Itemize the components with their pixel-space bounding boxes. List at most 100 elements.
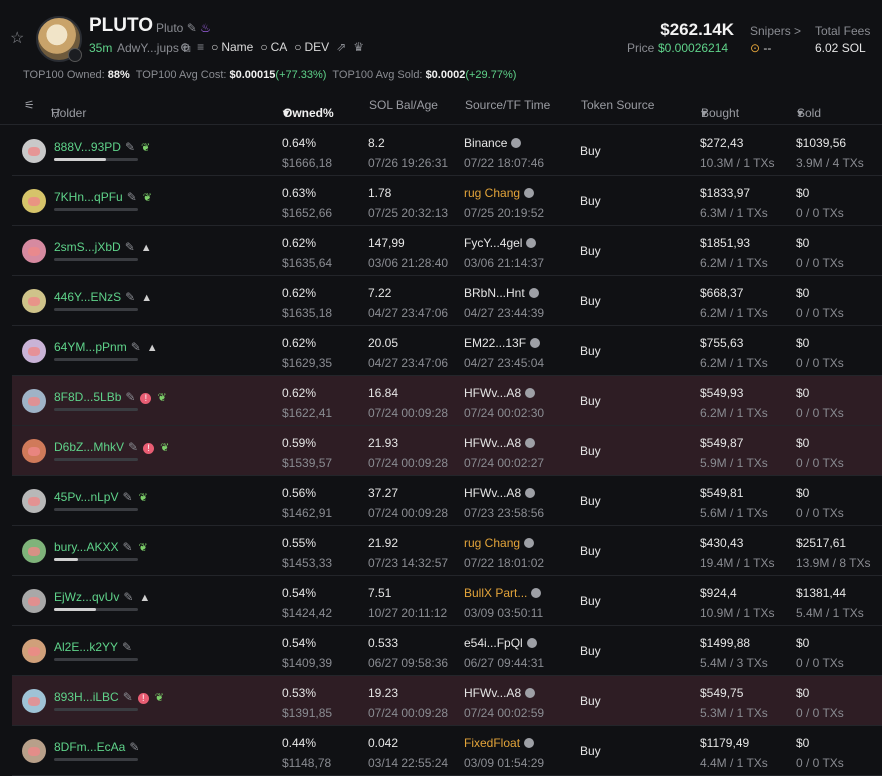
crown-icon[interactable]: ♛	[353, 40, 364, 54]
avatar	[22, 289, 46, 313]
search-name-link[interactable]: ○ Name	[211, 40, 253, 54]
avatar	[22, 189, 46, 213]
source-time: 03/09 03:50:11	[464, 606, 544, 620]
edit-icon[interactable]: ✎	[128, 440, 138, 454]
source-name[interactable]: rug Chang	[464, 536, 520, 550]
bought-cell: $549,75 5.3M / 1 TXs	[700, 686, 768, 720]
globe-icon[interactable]: ⊕	[180, 40, 190, 54]
holder-address[interactable]: 64YM...pPnm ✎ ▲	[54, 340, 158, 354]
source-time: 04/27 23:45:04	[464, 356, 545, 370]
menu-icon[interactable]: ≡	[197, 40, 204, 54]
bought-tx: 6.2M / 1 TXs	[700, 356, 768, 370]
search-ca-link[interactable]: ○ CA	[260, 40, 287, 54]
edit-icon[interactable]: ✎	[131, 340, 141, 354]
edit-icon[interactable]: ✎	[125, 240, 135, 254]
edit-icon[interactable]: ✎	[123, 590, 133, 604]
bought-usd: $549,87	[700, 436, 744, 450]
source-name[interactable]: rug Chang	[464, 186, 520, 200]
token-address-text: AdwY...jups	[117, 41, 179, 55]
source-name[interactable]: EM22...13F	[464, 336, 526, 350]
sol-cell: 7.51 10/27 20:11:12	[368, 586, 447, 620]
owned-usd: $1539,57	[282, 456, 333, 470]
holder-address[interactable]: D6bZ...MhkV ✎! ❦	[54, 440, 169, 454]
source-name[interactable]: BullX Part...	[464, 586, 527, 600]
table-row[interactable]: Al2E...k2YY ✎ 0.54% $1409,39 0.533 06/27 09:5…	[12, 626, 882, 676]
source-name[interactable]: Binance	[464, 136, 507, 150]
holder-address[interactable]: bury...AKXX ✎ ❦	[54, 540, 148, 554]
sold-usd: $0	[796, 386, 810, 400]
avg-sold-value: $0.0002	[425, 69, 466, 81]
holder-address[interactable]: 45Pv...nLpV ✎ ❦	[54, 490, 148, 504]
table-row[interactable]: 2smS...jXbD ✎ ▲ 0.62% $1635,64 147,99 03/06 21…	[12, 226, 882, 276]
holder-address[interactable]: 888V...93PD ✎ ❦	[54, 140, 150, 154]
token-source: Buy	[580, 444, 601, 458]
owned-cell: 0.62% $1635,64	[282, 236, 332, 270]
triangle-icon: ▲	[140, 242, 152, 254]
sol-balance: 1.78	[368, 186, 392, 200]
top100-stats: TOP100 Owned: 88% TOP100 Avg Cost: $0.00…	[23, 69, 516, 81]
edit-icon[interactable]: ✎	[122, 640, 132, 654]
token-source: Buy	[580, 494, 601, 508]
edit-icon[interactable]: ✎	[187, 21, 197, 35]
edit-icon[interactable]: ✎	[125, 140, 135, 154]
table-row[interactable]: 888V...93PD ✎ ❦ 0.64% $1666,18 8.2 07/26 19:26…	[12, 126, 882, 176]
table-row[interactable]: D6bZ...MhkV ✎! ❦ 0.59% $1539,57 21.93 07/24 00…	[12, 426, 882, 476]
edit-icon[interactable]: ✎	[123, 490, 133, 504]
edit-icon[interactable]: ✎	[125, 390, 135, 404]
source-name[interactable]: BRbN...Hnt	[464, 286, 525, 300]
search-dev-link[interactable]: ○ DEV	[294, 40, 329, 54]
table-row[interactable]: 8F8D...5LBb ✎! ❦ 0.62% $1622,41 16.84 07/24 00…	[12, 376, 882, 426]
owned-cell: 0.62% $1629,35	[282, 336, 332, 370]
holder-address[interactable]: 7KHn...qPFu ✎ ❦	[54, 190, 152, 204]
holding-bar	[54, 208, 138, 211]
table-row[interactable]: 45Pv...nLpV ✎ ❦ 0.56% $1462,91 37.27 07/24 00:…	[12, 476, 882, 526]
source-name[interactable]: HFWv...A8	[464, 486, 521, 500]
avatar	[22, 739, 46, 763]
sold-tx: 0 / 0 TXs	[796, 306, 844, 320]
triangle-icon: ▲	[139, 592, 151, 604]
holder-address[interactable]: EjWz...qvUv ✎ ▲	[54, 590, 150, 604]
table-row[interactable]: 64YM...pPnm ✎ ▲ 0.62% $1629,35 20.05 04/27 23:…	[12, 326, 882, 376]
table-row[interactable]: 446Y...ENzS ✎ ▲ 0.62% $1635,18 7.22 04/27 23:4…	[12, 276, 882, 326]
source-name[interactable]: HFWv...A8	[464, 436, 521, 450]
source-name[interactable]: HFWv...A8	[464, 686, 521, 700]
edit-icon[interactable]: ✎	[127, 190, 137, 204]
bought-tx: 19.4M / 1 TXs	[700, 556, 775, 570]
holder-address-text: 7KHn...qPFu	[54, 190, 123, 204]
holder-address[interactable]: Al2E...k2YY ✎	[54, 640, 132, 654]
holder-address[interactable]: 8DFm...EcAa ✎	[54, 740, 139, 754]
owned-percent: 0.56%	[282, 486, 317, 500]
table-row[interactable]: 7KHn...qPFu ✎ ❦ 0.63% $1652,66 1.78 07/25 20:3…	[12, 176, 882, 226]
edit-icon[interactable]: ✎	[123, 690, 133, 704]
edit-icon[interactable]: ✎	[122, 540, 132, 554]
holder-address[interactable]: 2smS...jXbD ✎ ▲	[54, 240, 152, 254]
source-name[interactable]: HFWv...A8	[464, 386, 521, 400]
holder-address[interactable]: 893H...iLBC ✎! ❦	[54, 690, 164, 704]
table-row[interactable]: EjWz...qvUv ✎ ▲ 0.54% $1424,42 7.51 10/27 20:1…	[12, 576, 882, 626]
holder-address[interactable]: 8F8D...5LBb ✎! ❦	[54, 390, 167, 404]
table-row[interactable]: 893H...iLBC ✎! ❦ 0.53% $1391,85 19.23 07/24 00…	[12, 676, 882, 726]
source-name[interactable]: FixedFloat	[464, 736, 520, 750]
leaf-icon: ❦	[157, 392, 167, 404]
external-link-icon[interactable]: ⇗	[336, 40, 346, 54]
table-row[interactable]: 8DFm...EcAa ✎ 0.44% $1148,78 0.042 03/14 22:5…	[12, 726, 882, 776]
bought-usd: $755,63	[700, 336, 744, 350]
settings-sliders-icon[interactable]: ⚟	[24, 98, 35, 112]
holder-address[interactable]: 446Y...ENzS ✎ ▲	[54, 290, 152, 304]
sol-cell: 16.84 07/24 00:09:28	[368, 386, 448, 420]
holding-bar	[54, 708, 138, 711]
token-header: ☆ PLUTO Pluto ✎ ♨ 35m AdwY...jups ⧉ ⊕ ≡ …	[0, 0, 882, 68]
edit-icon[interactable]: ✎	[125, 290, 135, 304]
source-name[interactable]: e54i...FpQl	[464, 636, 523, 650]
triangle-icon: ▲	[146, 342, 158, 354]
table-row[interactable]: bury...AKXX ✎ ❦ 0.55% $1453,33 21.92 07/23 14:…	[12, 526, 882, 576]
favorite-star-icon[interactable]: ☆	[10, 28, 24, 48]
snipers-link[interactable]: Snipers >	[750, 24, 801, 38]
bought-tx: 6.3M / 1 TXs	[700, 206, 768, 220]
source-time: 07/22 18:07:46	[464, 156, 545, 170]
edit-icon[interactable]: ✎	[129, 740, 139, 754]
owned-percent: 0.54%	[282, 586, 317, 600]
owned-percent: 0.62%	[282, 386, 317, 400]
filter-icon[interactable]: ▽	[51, 106, 60, 120]
source-name[interactable]: FycY...4gel	[464, 236, 522, 250]
